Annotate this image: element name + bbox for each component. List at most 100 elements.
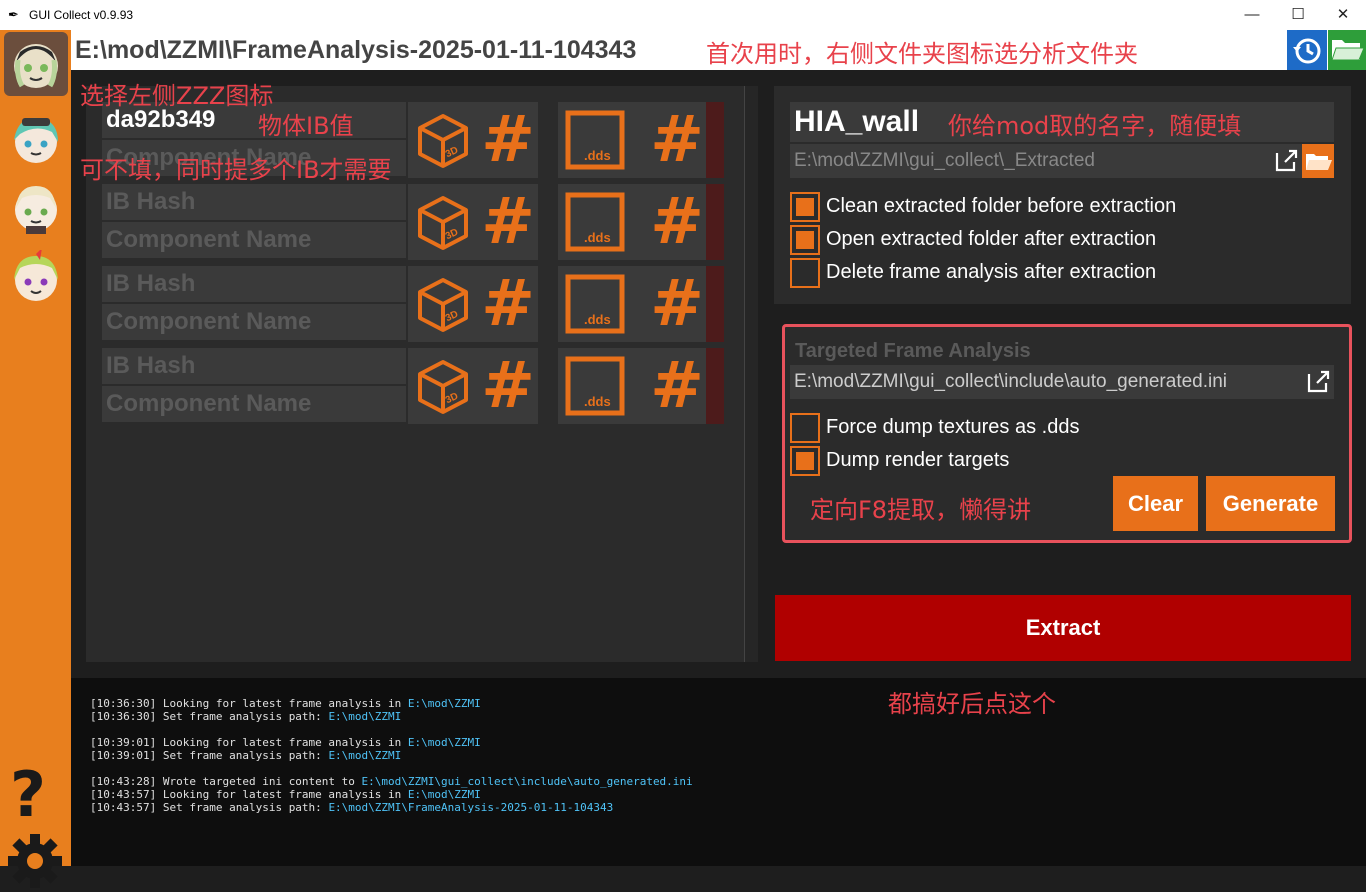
log-line: [10:39:01] Set frame analysis path: E:\m… [90, 749, 401, 762]
log-path: E:\mod\ZZMI\gui_collect\include\auto_gen… [361, 775, 693, 788]
log-timestamp: [10:43:57] [90, 788, 157, 801]
components-scrollbar[interactable] [744, 86, 758, 662]
component-row: IB Hash Component Name 3D # .dds # [102, 348, 724, 424]
texture-dds-toggle[interactable]: .dds [558, 348, 648, 424]
remove-row-handle[interactable] [706, 102, 724, 178]
mesh-3d-toggle[interactable]: 3D [408, 184, 478, 260]
annotation-left-icon: 选择左侧ZZZ图标 [80, 82, 274, 110]
open-ini-external-button[interactable] [1302, 365, 1334, 399]
ib-hash-input[interactable]: IB Hash [102, 348, 406, 384]
mesh-hash-toggle[interactable]: # [478, 102, 538, 178]
minimize-button[interactable]: — [1229, 0, 1275, 30]
open-after-label: Open extracted folder after extraction [826, 228, 1157, 250]
game-sidebar: ? [0, 30, 71, 888]
window-titlebar: ✒ GUI Collect v0.9.93 — ☐ ✕ [0, 0, 1366, 30]
texture-hash-toggle[interactable]: # [648, 184, 706, 260]
log-message: Set frame analysis path: [162, 801, 329, 814]
delete-analysis-checkbox[interactable] [790, 258, 820, 288]
maximize-button[interactable]: ☐ [1275, 0, 1321, 30]
game-hi3-button[interactable] [4, 246, 68, 310]
log-message: Set frame analysis path: [162, 749, 329, 762]
open-folder-button[interactable] [1328, 30, 1366, 70]
folder-open-icon [1306, 154, 1332, 170]
force-dds-label: Force dump textures as .dds [826, 416, 1080, 438]
force-dds-checkbox[interactable] [790, 413, 820, 443]
dump-render-targets-label: Dump render targets [826, 449, 1010, 471]
hsr-character-icon [14, 117, 58, 163]
component-name-input[interactable]: Component Name [102, 304, 406, 340]
component-name-input[interactable]: Component Name [102, 386, 406, 422]
annotation-extract: 都搞好后点这个 [888, 690, 1056, 718]
svg-text:.dds: .dds [584, 312, 611, 327]
log-path: E:\mod\ZZMI [407, 736, 481, 749]
log-path: E:\mod\ZZMI\FrameAnalysis-2025-01-11-104… [328, 801, 614, 814]
cube-3d-icon: 3D [418, 196, 468, 250]
targeted-ini-path[interactable]: E:\mod\ZZMI\gui_collect\include\auto_gen… [790, 365, 1334, 399]
extract-button[interactable]: Extract [775, 595, 1351, 661]
texture-dds-toggle[interactable]: .dds [558, 266, 648, 342]
dds-texture-icon: .dds [565, 356, 625, 416]
gear-icon[interactable] [4, 830, 66, 892]
component-name-input[interactable]: Component Name [102, 222, 406, 258]
frame-analysis-path: E:\mod\ZZMI\FrameAnalysis-2025-01-11-104… [75, 36, 637, 64]
log-path: E:\mod\ZZMI [328, 710, 402, 723]
history-button[interactable] [1287, 30, 1327, 70]
external-link-icon [1307, 370, 1330, 393]
clean-before-label: Clean extracted folder before extraction [826, 195, 1177, 217]
ib-hash-input[interactable]: IB Hash [102, 266, 406, 302]
log-line: [10:36:30] Looking for latest frame anal… [90, 697, 481, 710]
dump-render-targets-checkbox[interactable] [790, 446, 820, 476]
remove-row-handle[interactable] [706, 266, 724, 342]
svg-text:.dds: .dds [584, 394, 611, 409]
log-path: E:\mod\ZZMI [407, 788, 481, 801]
ib-hash-input[interactable]: IB Hash [102, 184, 406, 220]
remove-row-handle[interactable] [706, 184, 724, 260]
texture-hash-toggle[interactable]: # [648, 348, 706, 424]
log-line: [10:43:28] Wrote targeted ini content to… [90, 775, 693, 788]
external-link-icon [1275, 149, 1298, 172]
clear-button[interactable]: Clear [1113, 476, 1198, 531]
folder-open-icon [1331, 40, 1365, 61]
dds-texture-icon: .dds [565, 192, 625, 252]
log-line: [10:43:57] Looking for latest frame anal… [90, 788, 481, 801]
generate-button[interactable]: Generate [1206, 476, 1335, 531]
mesh-3d-toggle[interactable]: 3D [408, 266, 478, 342]
game-zzz-button[interactable] [4, 32, 68, 96]
component-row: IB Hash Component Name 3D # .dds # [102, 266, 724, 342]
texture-dds-toggle[interactable]: .dds [558, 184, 648, 260]
texture-dds-toggle[interactable]: .dds [558, 102, 648, 178]
mesh-hash-toggle[interactable]: # [478, 348, 538, 424]
cube-3d-icon: 3D [418, 114, 468, 168]
close-button[interactable]: ✕ [1320, 0, 1366, 30]
open-after-checkbox[interactable] [790, 225, 820, 255]
annotation-ib-value: 物体IB值 [258, 112, 354, 140]
targeted-title: Targeted Frame Analysis [795, 340, 1031, 362]
log-timestamp: [10:43:28] [90, 775, 157, 788]
mesh-3d-toggle[interactable]: 3D [408, 102, 478, 178]
zzz-character-icon [14, 44, 58, 88]
help-icon[interactable]: ? [10, 758, 46, 831]
open-output-external-button[interactable] [1270, 144, 1302, 178]
log-line: [10:43:57] Set frame analysis path: E:\m… [90, 801, 613, 814]
svg-text:.dds: .dds [584, 148, 611, 163]
mesh-3d-toggle[interactable]: 3D [408, 348, 478, 424]
log-timestamp: [10:36:30] [90, 710, 157, 723]
mesh-hash-toggle[interactable]: # [478, 266, 538, 342]
texture-hash-toggle[interactable]: # [648, 266, 706, 342]
log-message: Looking for latest frame analysis in [162, 736, 408, 749]
window-title: GUI Collect v0.9.93 [29, 8, 134, 22]
clean-before-checkbox[interactable] [790, 192, 820, 222]
component-row: IB Hash Component Name 3D # .dds # [102, 184, 724, 260]
annotation-top: 首次用时，右侧文件夹图标选分析文件夹 [706, 40, 1138, 68]
annotation-targeted: 定向F8提取，懒得讲 [810, 496, 1032, 524]
dds-texture-icon: .dds [565, 110, 625, 170]
dds-texture-icon: .dds [565, 274, 625, 334]
texture-hash-toggle[interactable]: # [648, 102, 706, 178]
mesh-hash-toggle[interactable]: # [478, 184, 538, 260]
game-hsr-button[interactable] [4, 108, 68, 172]
remove-row-handle[interactable] [706, 348, 724, 424]
annotation-optional: 可不填，同时提多个IB才需要 [80, 156, 392, 184]
browse-output-folder-button[interactable] [1302, 144, 1334, 178]
game-gi-button[interactable] [4, 176, 68, 240]
output-path-input[interactable]: E:\mod\ZZMI\gui_collect\_Extracted [790, 144, 1302, 178]
